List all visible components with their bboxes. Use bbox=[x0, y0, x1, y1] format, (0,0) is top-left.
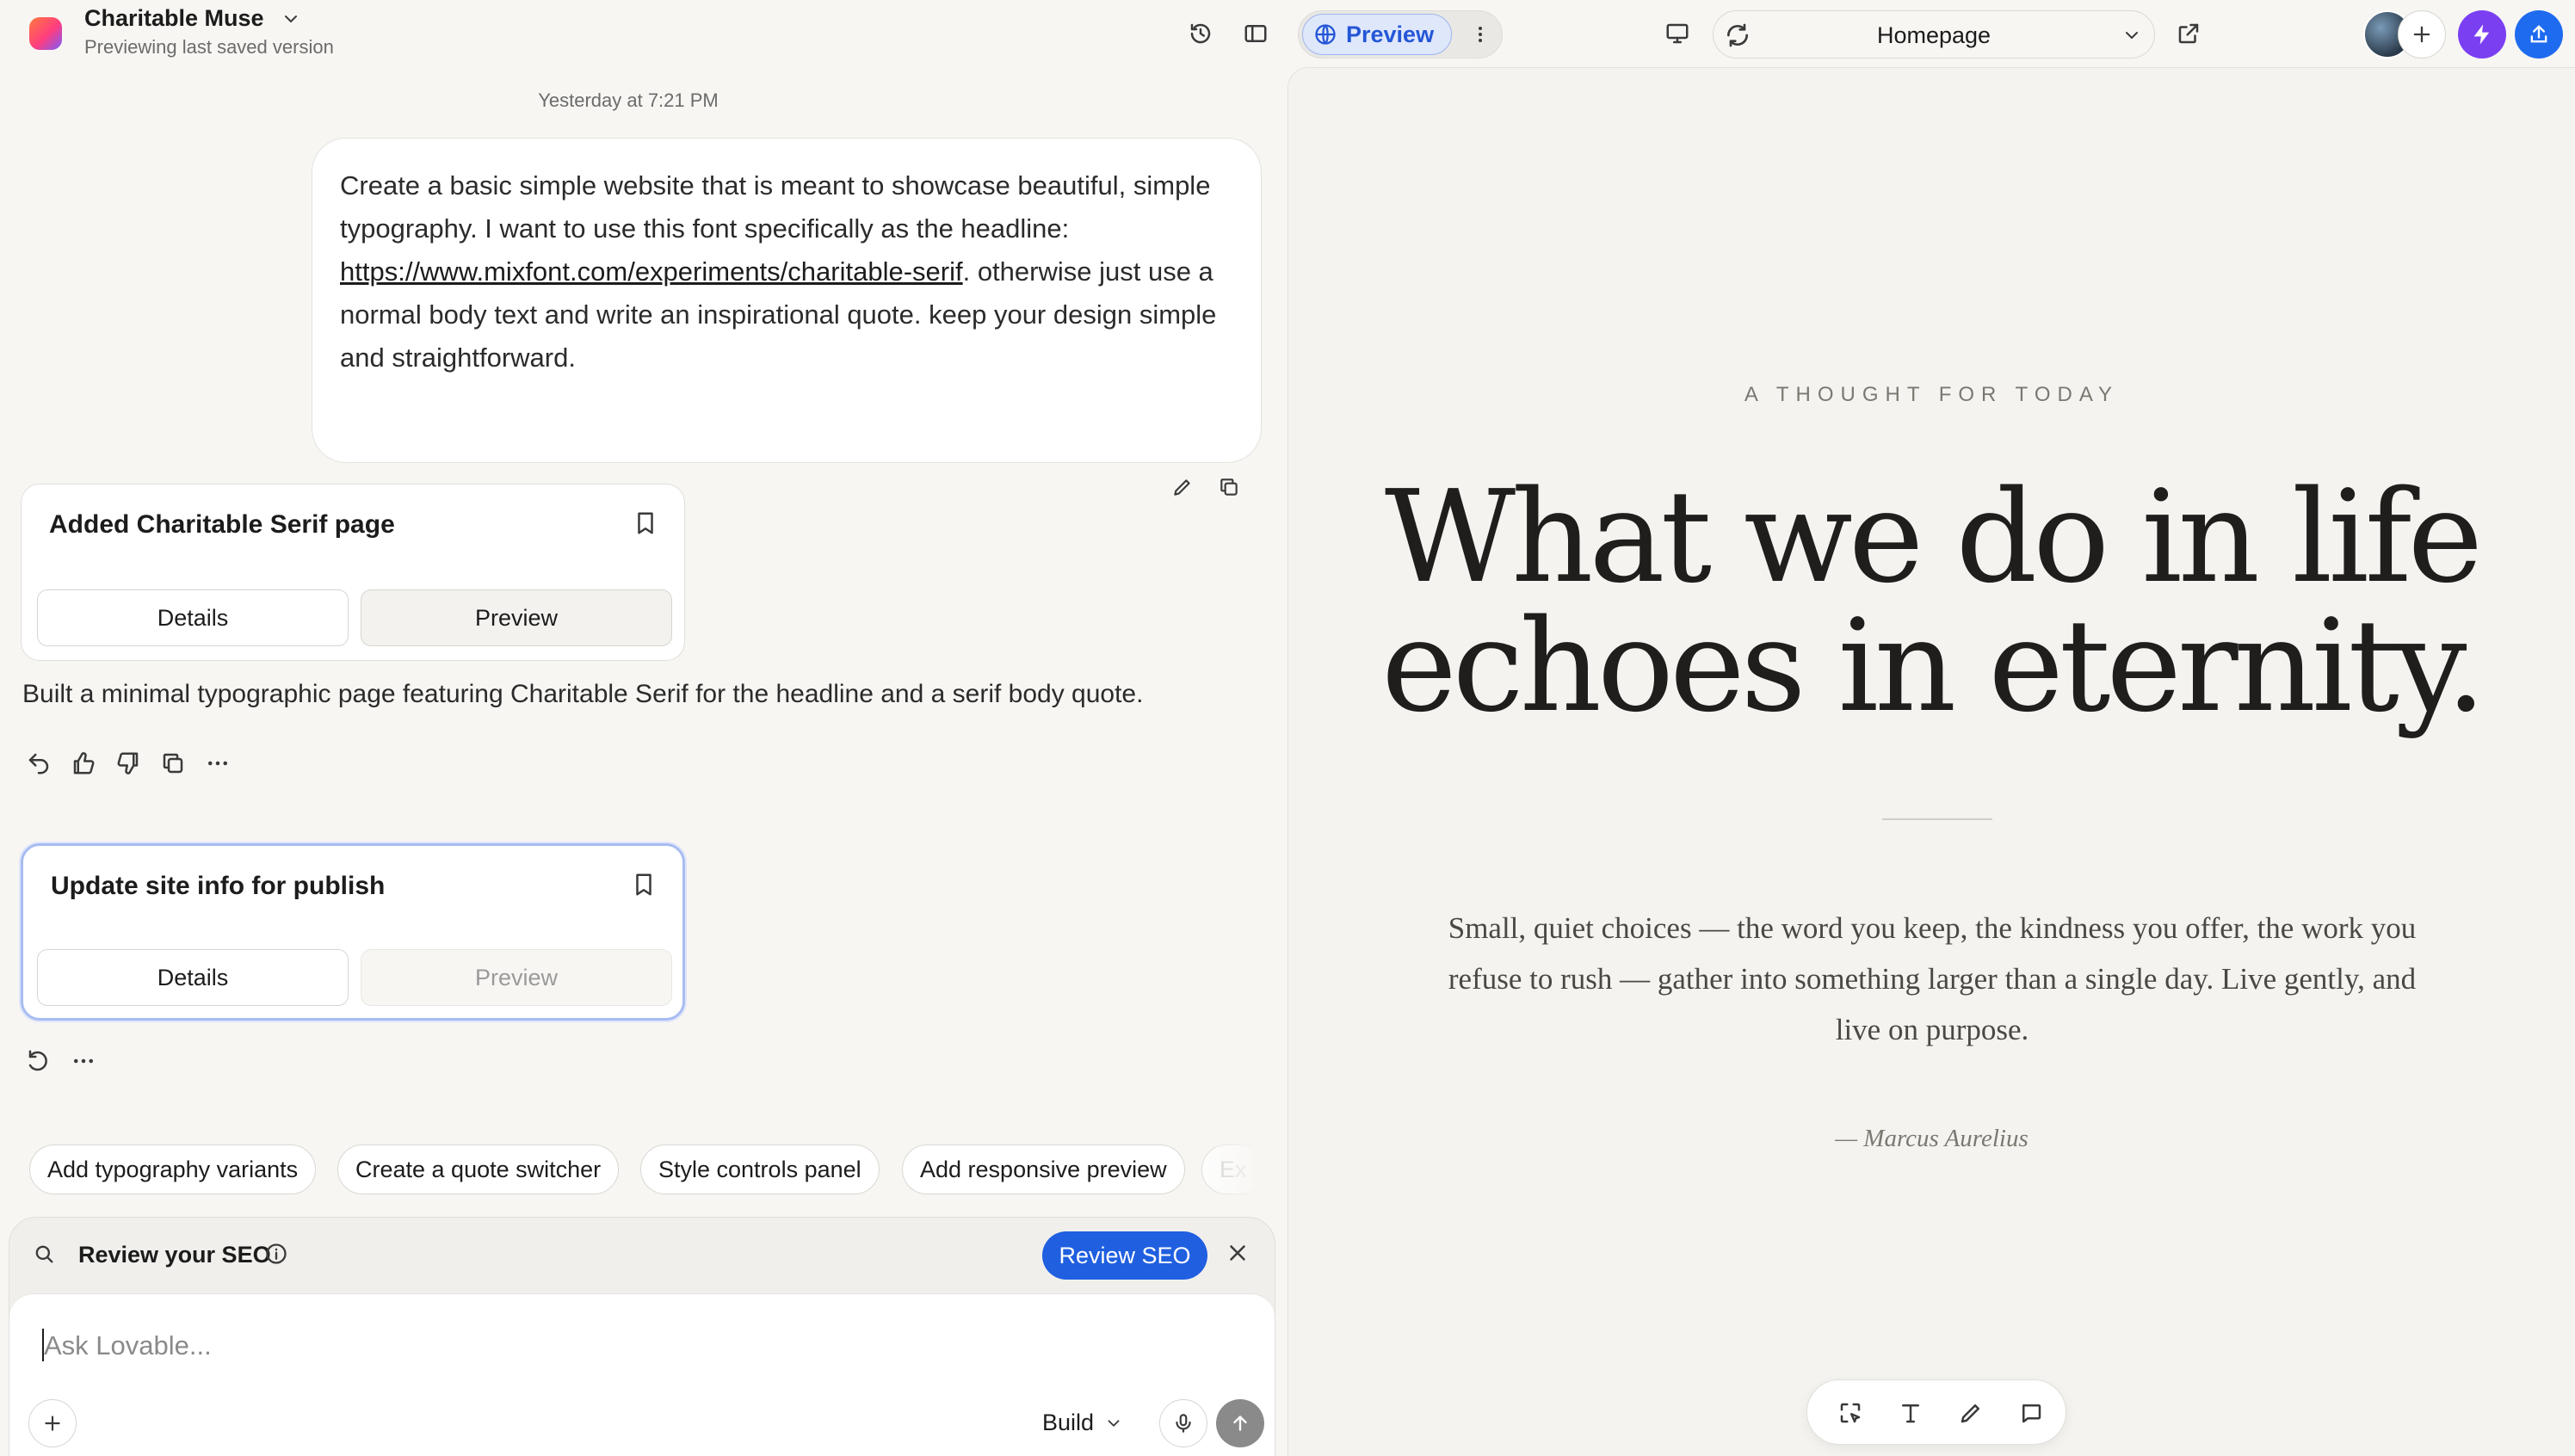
preview-button[interactable]: Preview bbox=[361, 589, 672, 646]
chat-input-placeholder: Ask Lovable... bbox=[44, 1330, 212, 1360]
message-timestamp: Yesterday at 7:21 PM bbox=[538, 89, 719, 111]
microphone-button[interactable] bbox=[1159, 1399, 1207, 1447]
font-link[interactable]: https://www.mixfont.com/experiments/char… bbox=[340, 256, 963, 287]
preview-toggle-label: Preview bbox=[1346, 21, 1435, 47]
copy-icon[interactable] bbox=[1210, 468, 1248, 506]
quote-body: Small, quiet choices — the word you keep… bbox=[1448, 911, 2417, 1046]
divider bbox=[1882, 818, 1992, 820]
page-selector[interactable]: Homepage bbox=[1713, 10, 2155, 59]
more-icon[interactable] bbox=[71, 1048, 96, 1078]
suggestion-chip[interactable]: Style controls panel bbox=[640, 1144, 880, 1194]
top-bar: Charitable Muse Previewing last saved ve… bbox=[0, 0, 2575, 67]
more-options-icon[interactable] bbox=[1460, 14, 1500, 55]
history-icon[interactable] bbox=[1179, 12, 1222, 55]
composer: Review your SEO Review SEO Ask Lovable..… bbox=[9, 1217, 1275, 1456]
change-card-active: Update site info for publish Details Pre… bbox=[21, 843, 685, 1021]
thumbs-up-icon[interactable] bbox=[71, 750, 96, 780]
open-external-icon[interactable] bbox=[2167, 12, 2210, 55]
change-card-title: Added Charitable Serif page bbox=[49, 510, 395, 539]
preview-button-disabled: Preview bbox=[361, 949, 672, 1006]
review-seo-button[interactable]: Review SEO bbox=[1042, 1231, 1207, 1280]
bookmark-icon[interactable] bbox=[631, 872, 657, 902]
publish-button[interactable] bbox=[2515, 10, 2563, 59]
user-message-text: Create a basic simple website that is me… bbox=[340, 170, 1211, 244]
change-card-title: Update site info for publish bbox=[51, 872, 386, 900]
mode-select[interactable]: Build bbox=[1042, 1410, 1123, 1436]
preview-toggle-button[interactable]: Preview bbox=[1302, 14, 1452, 55]
project-status: Previewing last saved version bbox=[84, 36, 334, 58]
chevron-down-icon bbox=[1108, 1419, 1120, 1427]
text-tool-icon[interactable] bbox=[1895, 1397, 1926, 1428]
bolt-icon bbox=[2473, 24, 2490, 45]
bookmark-icon[interactable] bbox=[633, 510, 658, 540]
arrow-up-icon bbox=[1233, 1416, 1247, 1431]
suggestion-chip[interactable]: Add typography variants bbox=[29, 1144, 317, 1194]
suggestion-chip[interactable]: Create a quote switcher bbox=[337, 1144, 620, 1194]
upload-icon bbox=[2530, 25, 2547, 43]
message-actions bbox=[1164, 468, 1248, 506]
view-mode-group: Preview bbox=[1298, 10, 1503, 59]
mode-select-value: Build bbox=[1042, 1410, 1095, 1435]
user-message: Create a basic simple website that is me… bbox=[312, 138, 1262, 463]
pencil-icon[interactable] bbox=[1955, 1397, 1986, 1428]
page-selector-value: Homepage bbox=[1876, 22, 1991, 48]
site-preview: A THOUGHT FOR TODAY What we do in life e… bbox=[1288, 67, 2575, 1456]
comment-icon[interactable] bbox=[2016, 1397, 2047, 1428]
send-button[interactable] bbox=[1216, 1399, 1264, 1447]
headline-line-2: echoes in eternity. bbox=[1381, 592, 2486, 740]
seo-banner: Review your SEO Review SEO bbox=[9, 1218, 1275, 1293]
close-icon[interactable] bbox=[1225, 1240, 1250, 1270]
headline-line-1: What we do in life bbox=[1384, 463, 2483, 611]
search-icon bbox=[32, 1242, 56, 1270]
headline: What we do in life echoes in eternity. bbox=[1288, 472, 2575, 731]
suggestion-chip[interactable]: Add responsive preview bbox=[902, 1144, 1185, 1194]
chat-input[interactable]: Ask Lovable... Build bbox=[9, 1293, 1275, 1456]
edit-toolbar bbox=[1806, 1379, 2066, 1445]
details-button[interactable]: Details bbox=[37, 589, 349, 646]
more-icon[interactable] bbox=[205, 750, 231, 780]
upgrade-button[interactable] bbox=[2458, 10, 2506, 59]
info-icon[interactable] bbox=[264, 1242, 288, 1270]
globe-icon bbox=[1315, 24, 1336, 45]
details-button[interactable]: Details bbox=[37, 949, 349, 1006]
project-name[interactable]: Charitable Muse bbox=[84, 5, 264, 32]
lovable-logo[interactable] bbox=[29, 17, 62, 50]
thumbs-down-icon[interactable] bbox=[115, 750, 141, 780]
seo-label: Review your SEO bbox=[78, 1242, 271, 1268]
change-card: Added Charitable Serif page Details Prev… bbox=[21, 484, 685, 661]
eyebrow-text: A THOUGHT FOR TODAY bbox=[1744, 383, 2120, 406]
suggestion-chips: Add typography variants Create a quote s… bbox=[29, 1144, 1260, 1196]
desktop-view-icon[interactable] bbox=[1656, 12, 1699, 55]
chevron-down-icon[interactable] bbox=[281, 9, 301, 34]
invite-button[interactable] bbox=[2398, 10, 2446, 59]
sidebar-toggle-icon[interactable] bbox=[1234, 12, 1277, 55]
chevron-down-icon bbox=[2121, 25, 2142, 50]
plus-icon bbox=[2413, 26, 2430, 43]
revert-icon[interactable] bbox=[26, 1048, 52, 1078]
edit-icon[interactable] bbox=[1164, 468, 1201, 506]
select-element-icon[interactable] bbox=[1835, 1397, 1866, 1428]
quote-author: — Marcus Aurelius bbox=[1835, 1125, 2029, 1152]
message-action-row bbox=[26, 750, 231, 780]
copy-icon[interactable] bbox=[160, 750, 186, 780]
chips-fade bbox=[1191, 1144, 1260, 1196]
attach-button[interactable] bbox=[28, 1399, 77, 1447]
undo-icon[interactable] bbox=[26, 750, 52, 780]
microphone-icon bbox=[1176, 1414, 1191, 1433]
message-action-row bbox=[26, 1048, 96, 1078]
plus-icon bbox=[45, 1416, 60, 1431]
assistant-message: Built a minimal typographic page featuri… bbox=[22, 680, 1144, 708]
